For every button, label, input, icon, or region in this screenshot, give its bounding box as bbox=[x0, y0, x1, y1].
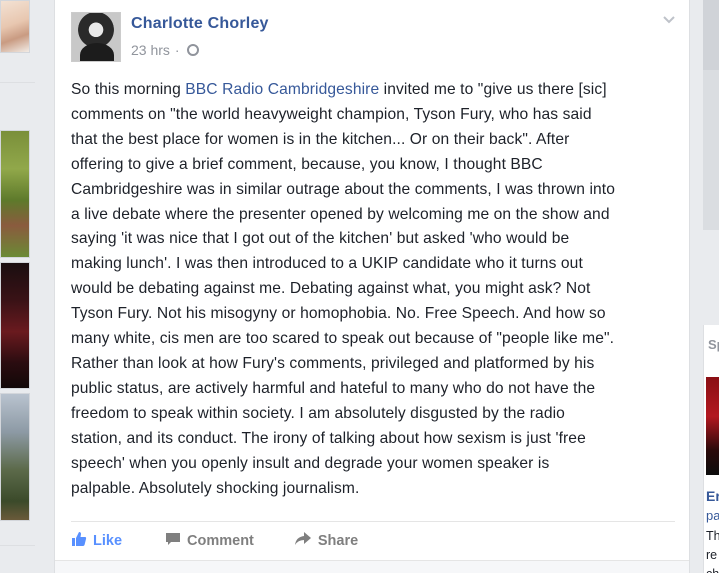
comment-area-top bbox=[55, 560, 689, 573]
post-text: So this morning bbox=[71, 81, 186, 98]
share-label: Share bbox=[317, 533, 359, 549]
left-photo-1[interactable] bbox=[0, 0, 30, 53]
post-text: offering to give a brief comment, becaus… bbox=[71, 155, 543, 173]
post-body-line: offering to give a brief comment, becaus… bbox=[71, 153, 677, 178]
post-body-line: Cambridgeshire was in similar outrage ab… bbox=[71, 178, 677, 203]
post-text: saying 'it was nice that I got out of th… bbox=[71, 230, 570, 248]
post-text: many white, cis men are too scared to sp… bbox=[71, 330, 615, 348]
post-body-line: a live debate where the presenter opened… bbox=[71, 203, 677, 228]
post-body-line: station, and its conduct. The irony of t… bbox=[71, 427, 677, 452]
comment-label: Comment bbox=[187, 533, 254, 549]
post-body-line: speech' when you openly insult and degra… bbox=[71, 452, 677, 477]
ad-text-line: re bbox=[706, 548, 718, 562]
divider bbox=[0, 545, 35, 546]
post-text: invited me to "give us there [sic] bbox=[379, 81, 607, 98]
right-scroll-middle bbox=[703, 70, 719, 230]
post-body-line: Tyson Fury. Not his misogyny or homophob… bbox=[71, 302, 677, 327]
comment-icon bbox=[165, 531, 181, 551]
sponsored-panel: Sp Er pa Th re ch bbox=[703, 325, 719, 573]
avatar[interactable] bbox=[71, 12, 121, 62]
post-body-line: many white, cis men are too scared to sp… bbox=[71, 327, 677, 352]
post-text: public status, are actively harmful and … bbox=[71, 379, 596, 397]
comment-button[interactable]: Comment bbox=[165, 531, 254, 551]
left-photo-2[interactable] bbox=[0, 130, 30, 258]
left-photo-3[interactable] bbox=[0, 262, 30, 389]
ad-image[interactable] bbox=[706, 377, 719, 475]
post-timestamp[interactable]: 23 hrs bbox=[131, 42, 170, 58]
post-text: Tyson Fury. Not his misogyny or homophob… bbox=[71, 305, 606, 323]
post-card: Charlotte Chorley 23 hrs · So this morni… bbox=[54, 0, 690, 573]
post-text: palpable. Absolutely shocking journalism… bbox=[71, 479, 360, 497]
like-button[interactable]: Like bbox=[71, 531, 122, 551]
post-text: station, and its conduct. The irony of t… bbox=[71, 429, 586, 447]
post-text: speech' when you openly insult and degra… bbox=[71, 454, 550, 472]
post-body-line: comments on "the world heavyweight champ… bbox=[71, 103, 677, 128]
post-text: that the best place for women is in the … bbox=[71, 130, 570, 148]
like-label: Like bbox=[93, 533, 123, 549]
share-button[interactable]: Share bbox=[294, 531, 358, 551]
post-actions: Like Comment Share bbox=[71, 528, 398, 554]
post-text: comments on "the world heavyweight champ… bbox=[71, 105, 592, 123]
post-body-line: saying 'it was nice that I got out of th… bbox=[71, 227, 677, 252]
post-body-line: freedom to speak within society. I am ab… bbox=[71, 402, 677, 427]
chevron-down-icon[interactable] bbox=[663, 14, 675, 26]
post-body-line: palpable. Absolutely shocking journalism… bbox=[71, 477, 677, 502]
post-body-line: public status, are actively harmful and … bbox=[71, 377, 677, 402]
left-photo-column bbox=[0, 0, 40, 573]
right-scroll-top bbox=[703, 0, 719, 70]
ad-link[interactable]: pa bbox=[706, 508, 719, 523]
post-body-line: So this morning BBC Radio Cambridgeshire… bbox=[71, 78, 677, 103]
ad-text: Th re ch bbox=[706, 527, 719, 573]
sponsored-heading: Sp bbox=[708, 337, 719, 352]
post-body-line: Rather than look at how Fury's comments,… bbox=[71, 352, 677, 377]
post-body: So this morning BBC Radio Cambridgeshire… bbox=[71, 78, 677, 501]
post-body-line: making lunch'. I was then introduced to … bbox=[71, 252, 677, 277]
ad-text-line: Th bbox=[706, 529, 719, 543]
divider bbox=[0, 82, 35, 83]
meta-separator: · bbox=[174, 42, 180, 58]
post-body-line: would be debating against me. Debating a… bbox=[71, 277, 677, 302]
globe-icon[interactable] bbox=[186, 44, 199, 56]
post-body-line: that the best place for women is in the … bbox=[71, 128, 677, 153]
left-photo-4[interactable] bbox=[0, 393, 30, 521]
post-text: Rather than look at how Fury's comments,… bbox=[71, 354, 595, 372]
ad-title[interactable]: Er bbox=[706, 488, 719, 504]
page-link[interactable]: BBC Radio Cambridgeshire bbox=[185, 81, 379, 98]
ad-text-line: ch bbox=[706, 565, 719, 573]
author-name[interactable]: Charlotte Chorley bbox=[131, 15, 269, 33]
divider bbox=[71, 521, 675, 522]
post-text: making lunch'. I was then introduced to … bbox=[71, 255, 583, 273]
post-text: Cambridgeshire was in similar outrage ab… bbox=[71, 180, 615, 198]
post-text: freedom to speak within society. I am ab… bbox=[71, 404, 565, 422]
post-text: would be debating against me. Debating a… bbox=[71, 280, 591, 298]
share-icon bbox=[294, 531, 312, 551]
like-icon bbox=[71, 531, 87, 551]
post-meta: 23 hrs · bbox=[131, 42, 199, 58]
post-text: a live debate where the presenter opened… bbox=[71, 205, 610, 223]
